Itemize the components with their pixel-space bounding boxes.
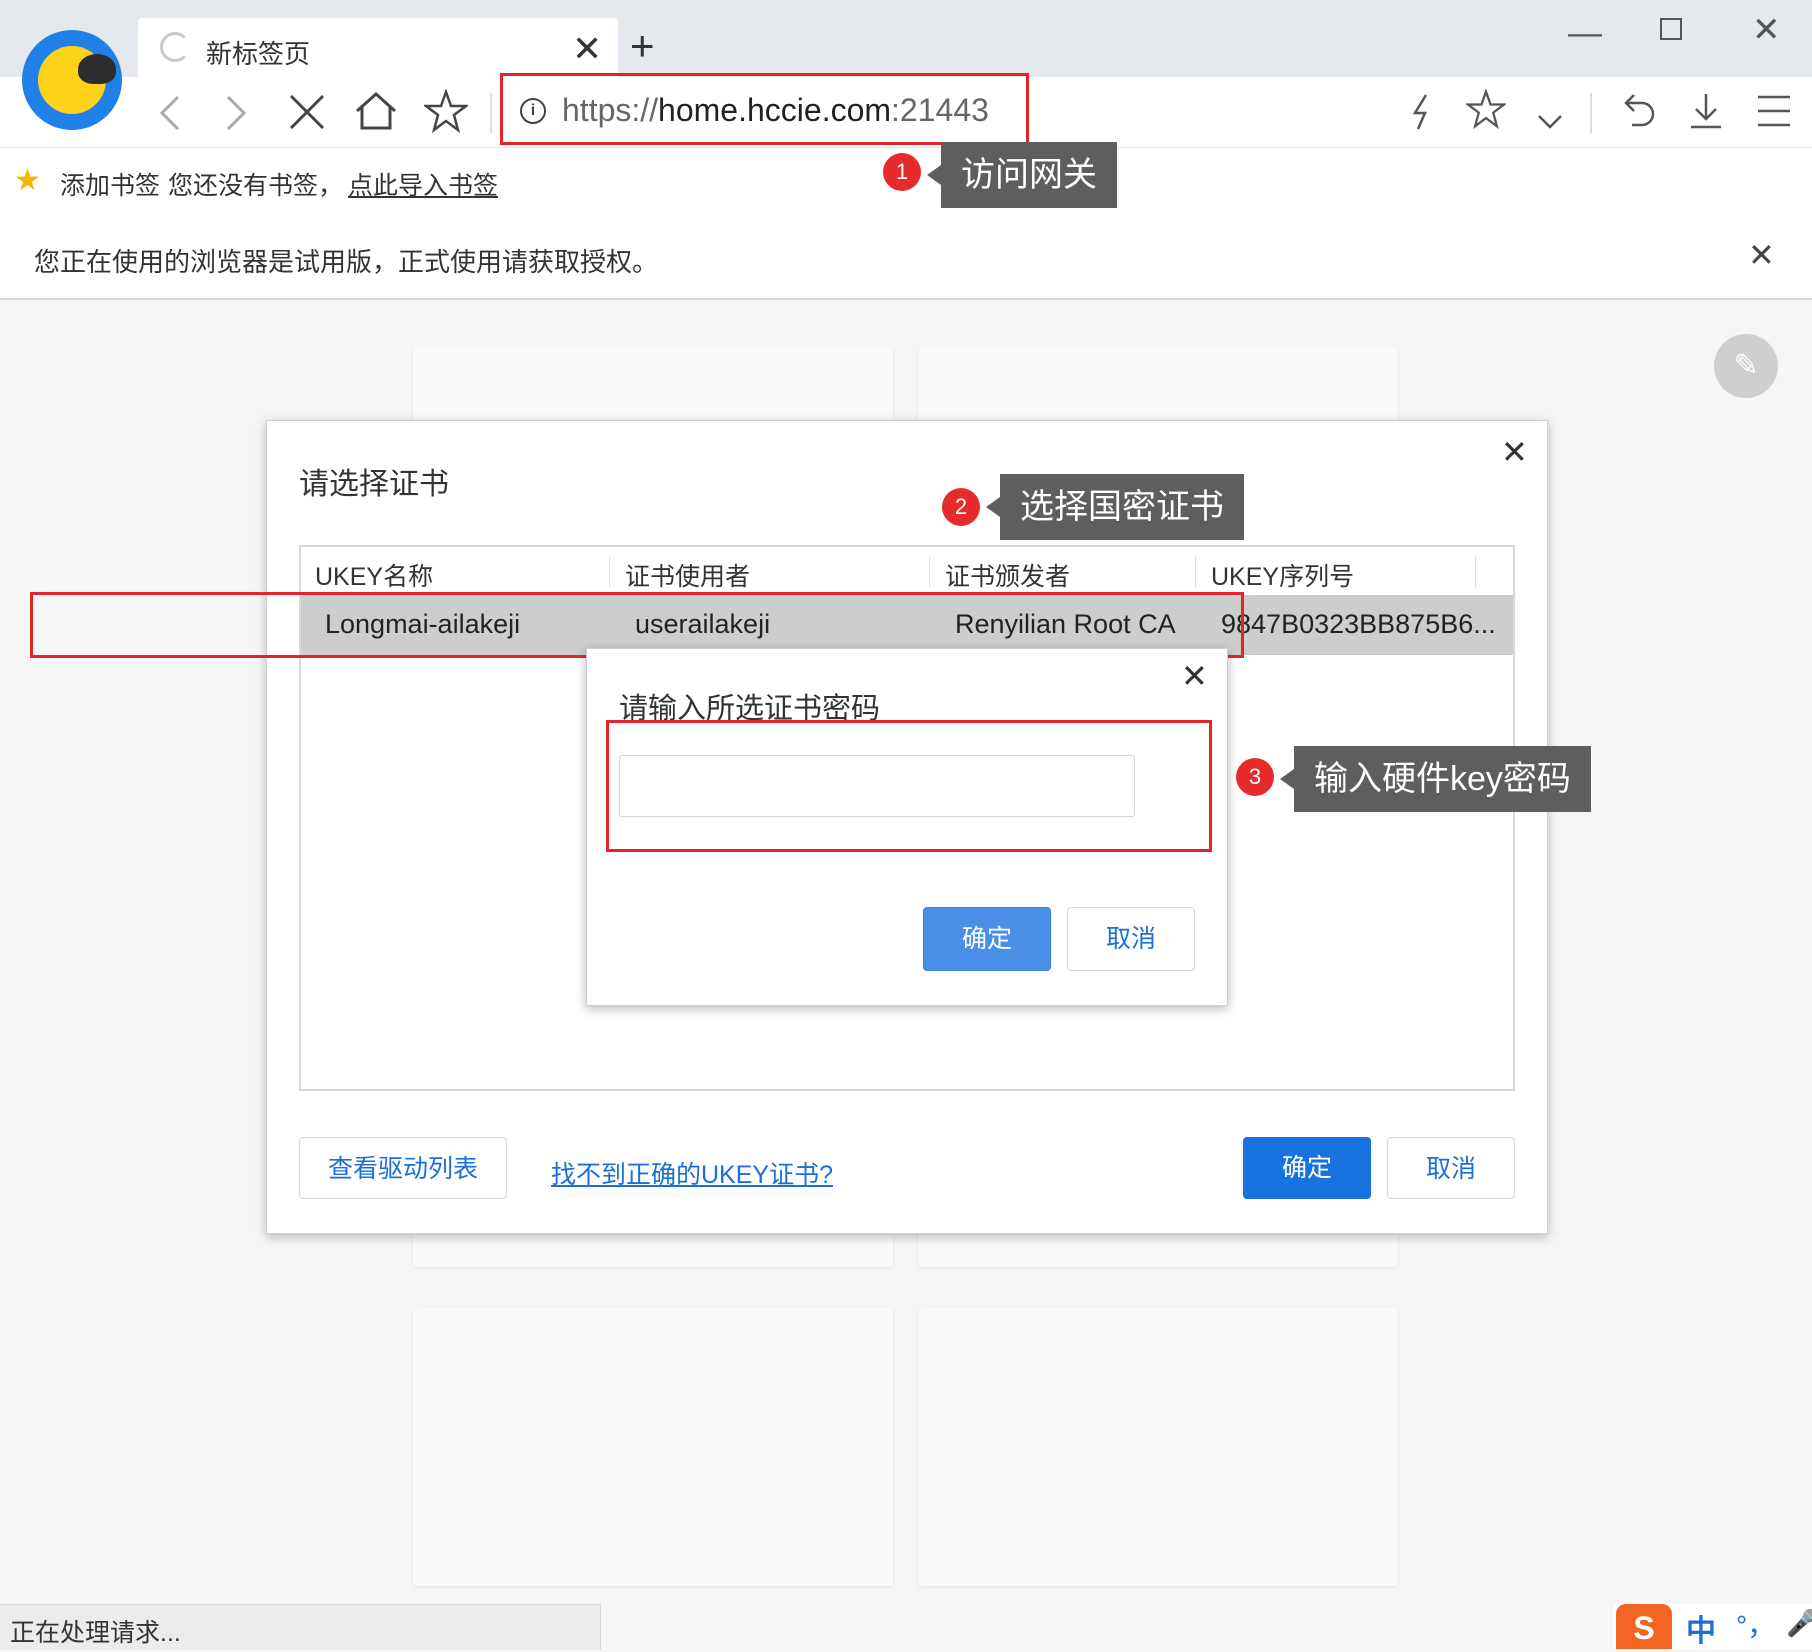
speed-dial-card[interactable] <box>413 1308 893 1586</box>
dialog-close-icon[interactable]: ✕ <box>1501 433 1528 471</box>
driver-list-button[interactable]: 查看驱动列表 <box>299 1137 507 1199</box>
download-icon[interactable] <box>1688 91 1724 138</box>
column-header-ukey-name: UKEY名称 <box>315 563 434 591</box>
menu-icon[interactable] <box>1756 91 1792 138</box>
callout-visit-gateway: 访问网关 <box>927 142 1117 208</box>
column-divider <box>929 557 930 587</box>
maximize-button[interactable] <box>1660 18 1682 40</box>
tab-close-icon[interactable]: ✕ <box>572 28 602 70</box>
star-icon[interactable] <box>422 88 470 140</box>
column-header-serial: UKEY序列号 <box>1211 563 1355 591</box>
trial-notice-bar: 您正在使用的浏览器是试用版，正式使用请获取授权。 ✕ <box>0 214 1812 300</box>
sogou-logo-icon[interactable]: S <box>1616 1604 1672 1649</box>
undo-icon[interactable] <box>1620 91 1656 138</box>
notice-close-icon[interactable]: ✕ <box>1748 236 1775 274</box>
forward-icon[interactable] <box>224 93 248 140</box>
status-bar: 正在处理请求... <box>0 1604 601 1650</box>
step-badge-1: 1 <box>883 153 921 191</box>
password-cancel-button[interactable]: 取消 <box>1067 907 1195 971</box>
column-header-issuer: 证书颁发者 <box>945 563 1071 591</box>
divider <box>490 93 492 133</box>
column-divider <box>1195 557 1196 587</box>
callout-enter-password: 输入硬件key密码 <box>1280 746 1591 812</box>
no-bookmarks-text: 您还没有书签， <box>168 172 344 200</box>
import-bookmarks-link[interactable]: 点此导入书签 <box>348 166 498 202</box>
password-close-icon[interactable]: ✕ <box>1181 657 1208 695</box>
column-divider <box>609 557 610 587</box>
tab-title: 新标签页 <box>206 39 311 69</box>
callout-select-cert: 选择国密证书 <box>986 474 1244 540</box>
step-badge-2: 2 <box>942 488 980 526</box>
logo-animal-icon <box>78 54 116 84</box>
divider <box>1590 93 1592 133</box>
logo-inner <box>38 46 116 114</box>
add-bookmark-button[interactable]: 添加书签 <box>60 166 160 202</box>
url-highlight-box <box>500 73 1029 145</box>
new-tab-button[interactable]: + <box>630 22 655 70</box>
cell-serial: 9847B0323BB875B6... <box>1221 609 1496 639</box>
speed-dial-card[interactable] <box>918 1308 1398 1586</box>
ime-toolbar: S 中 °， 🎤 <box>1614 1604 1812 1649</box>
microphone-icon[interactable]: 🎤 <box>1786 1608 1812 1639</box>
loading-spinner-icon <box>160 32 190 62</box>
password-highlight-box <box>606 720 1212 852</box>
trial-notice-text: 您正在使用的浏览器是试用版，正式使用请获取授权。 <box>34 247 659 277</box>
minimize-button[interactable]: — <box>1568 14 1602 53</box>
ok-button[interactable]: 确定 <box>1243 1137 1371 1199</box>
home-icon[interactable] <box>354 91 398 138</box>
step-badge-3: 3 <box>1236 758 1274 796</box>
cancel-button[interactable]: 取消 <box>1387 1137 1515 1199</box>
password-ok-button[interactable]: 确定 <box>923 907 1051 971</box>
tab-new-tab[interactable]: 新标签页 ✕ <box>138 18 618 77</box>
ime-mode-toggle[interactable]: 中 <box>1686 1606 1716 1650</box>
edit-pencil-icon[interactable]: ✎ <box>1714 334 1778 398</box>
column-divider <box>1475 557 1476 587</box>
ime-punctuation-toggle[interactable]: °， <box>1736 1604 1775 1644</box>
help-link[interactable]: 找不到正确的UKEY证书? <box>551 1155 833 1191</box>
back-icon[interactable] <box>158 93 182 140</box>
column-header-subject: 证书使用者 <box>625 563 751 591</box>
dialog-title: 请选择证书 <box>299 468 449 501</box>
lightning-icon[interactable] <box>1410 93 1434 138</box>
browser-logo <box>22 30 122 130</box>
window-close-button[interactable]: ✕ <box>1752 10 1781 50</box>
status-text: 正在处理请求... <box>10 1619 181 1647</box>
stop-icon[interactable] <box>288 93 326 138</box>
favorite-icon[interactable] <box>1464 88 1508 136</box>
chevron-down-icon[interactable] <box>1536 99 1564 139</box>
bookmark-star-icon[interactable]: ★ <box>14 163 41 198</box>
